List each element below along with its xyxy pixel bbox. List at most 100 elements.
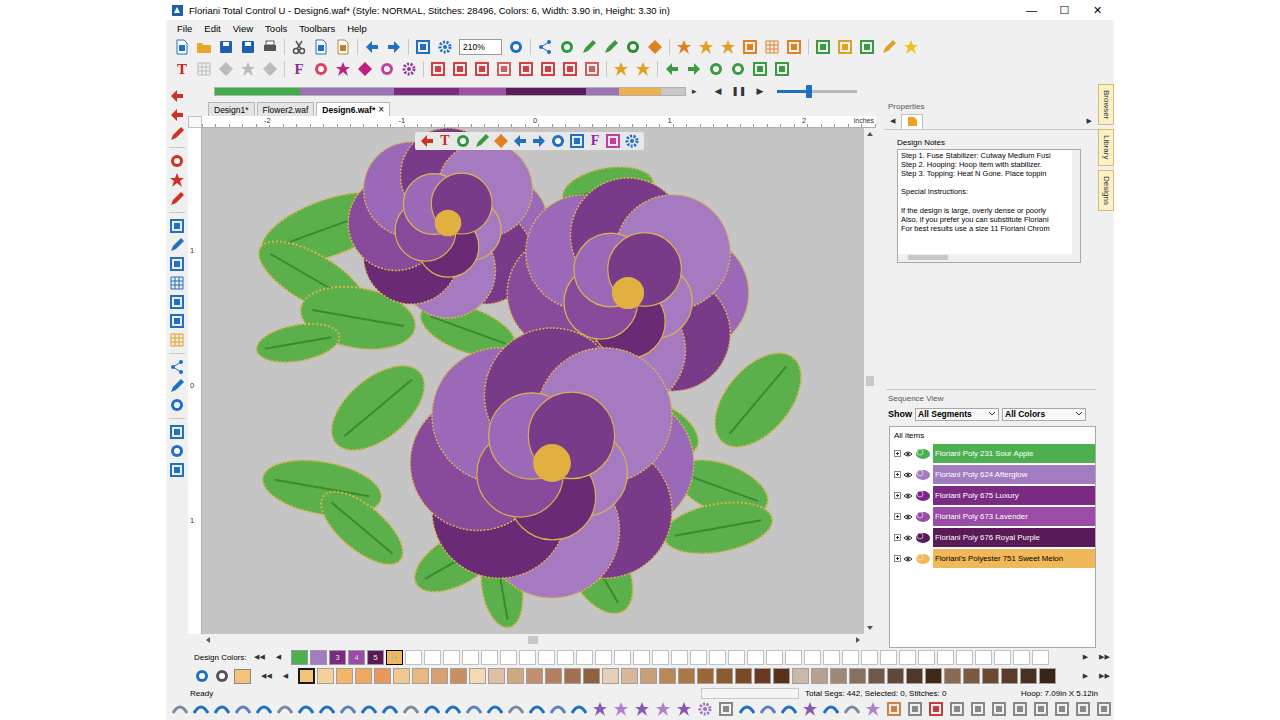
document-tab[interactable]: Design6.waf*× [316,102,390,116]
segments-dropdown[interactable]: All Segments [915,408,999,421]
expand-icon[interactable] [894,450,901,457]
light-icon[interactable] [903,39,919,55]
stitch-pattern-icon[interactable] [739,701,755,717]
thread-color-bar[interactable]: Floriani Poly 231 Sour Apple [933,444,1095,463]
thread-color-bar[interactable]: Floriani Poly 624 Afterglow [933,465,1095,484]
maximize-button[interactable]: ☐ [1048,4,1081,17]
design-color-swatch[interactable]: 6 [386,650,403,665]
palette-swatch[interactable] [564,668,581,684]
open-folder-icon[interactable] [196,39,212,55]
burst-icon[interactable] [335,61,351,77]
export-icon[interactable] [815,39,831,55]
rotate-left-icon[interactable] [708,61,724,77]
lettering-icon[interactable] [676,39,692,55]
select-arrow-icon[interactable] [169,88,185,104]
palette-swatch[interactable] [716,668,733,684]
stitch-pattern-icon[interactable] [1075,701,1091,717]
triangle-icon[interactable] [262,61,278,77]
palette-swatch[interactable] [887,668,904,684]
stitch-pattern-icon[interactable] [1033,701,1049,717]
menu-item[interactable]: Edit [198,23,226,34]
document-tab[interactable]: Design1* [208,102,255,116]
palette-swatch[interactable] [298,668,315,684]
horizontal-scrollbar[interactable] [202,634,864,646]
share-view-icon[interactable] [169,359,185,375]
stitch-pattern-icon[interactable] [655,701,671,717]
rotate-right-icon[interactable] [730,61,746,77]
stitch-pattern-icon[interactable] [508,701,524,717]
palette-swatch[interactable] [944,668,961,684]
select-node-icon[interactable] [169,107,185,123]
stitch-pattern-icon[interactable] [760,701,776,717]
palette-swatch[interactable] [735,668,752,684]
palette-swatch[interactable] [1020,668,1037,684]
palette-swatch[interactable] [849,668,866,684]
box-b-icon[interactable] [452,61,468,77]
step-forward-button[interactable]: ▸ [692,86,697,96]
paste-icon[interactable] [335,39,351,55]
design-color-swatch[interactable]: 5 [367,650,384,665]
color-wheel-icon[interactable] [313,61,329,77]
palette-swatch[interactable] [830,668,847,684]
palette-swatch[interactable] [450,668,467,684]
palette-swatch[interactable] [469,668,486,684]
stitch-pattern-icon[interactable] [172,701,188,717]
expand-icon[interactable] [894,471,901,478]
palette-swatch[interactable] [431,668,448,684]
palette-swatch[interactable] [697,668,714,684]
eye-icon[interactable] [903,533,913,543]
badge-icon[interactable] [379,61,395,77]
stitch-pattern-icon[interactable] [193,701,209,717]
stitch-pattern-icon[interactable] [340,701,356,717]
stitch-pattern-icon[interactable] [319,701,335,717]
palette-swatch[interactable] [526,668,543,684]
design-canvas[interactable]: TF [202,128,864,634]
pause-button[interactable]: ❚❚ [731,86,746,96]
stitch-pattern-icon[interactable] [823,701,839,717]
eye-icon[interactable] [903,512,913,522]
palette-swatch[interactable] [317,668,334,684]
previous-button[interactable]: ◀ [269,653,288,661]
frame-icon[interactable] [742,39,758,55]
new-file-icon[interactable] [174,39,190,55]
mirror-h-icon[interactable] [664,61,680,77]
stitch-pattern-icon[interactable] [298,701,314,717]
palette-swatch[interactable] [906,668,923,684]
stitch-pattern-icon[interactable] [361,701,377,717]
undo-icon[interactable] [364,39,380,55]
stitch-pattern-icon[interactable] [424,701,440,717]
menu-item[interactable]: View [227,23,259,34]
palette-swatch[interactable] [507,668,524,684]
expand-icon[interactable] [894,492,901,499]
reshape-icon[interactable] [169,126,185,142]
redo-icon[interactable] [386,39,402,55]
stitch-pattern-icon[interactable] [970,701,986,717]
box-a-icon[interactable] [430,61,446,77]
stitch-pattern-icon[interactable] [781,701,797,717]
save-icon[interactable] [218,39,234,55]
box-h-icon[interactable] [584,61,600,77]
box-e-icon[interactable] [518,61,534,77]
view-3d-icon[interactable] [169,218,185,234]
sequence-row[interactable]: Floriani Poly 676 Royal Purple [894,527,1095,548]
palette-swatch[interactable] [963,668,980,684]
magic-icon[interactable] [720,39,736,55]
font-tool-icon[interactable]: F [291,61,307,78]
stitch-pattern-icon[interactable] [466,701,482,717]
zoom-fit-icon[interactable] [508,39,524,55]
menu-item[interactable]: Help [341,23,373,34]
side-tab[interactable]: Browser [1098,84,1114,125]
palette-swatch[interactable] [811,668,828,684]
cross-icon[interactable] [240,61,256,77]
cut-icon[interactable] [291,39,307,55]
monitor-icon[interactable] [169,462,185,478]
box-c-icon[interactable] [474,61,490,77]
palette-swatch[interactable] [792,668,809,684]
stitch-pattern-icon[interactable] [634,701,650,717]
search-icon[interactable] [169,397,185,413]
forward-icon[interactable] [531,133,547,149]
ungroup-icon[interactable] [774,61,790,77]
palette-swatch[interactable] [583,668,600,684]
design-color-swatch[interactable] [310,650,327,665]
palette-swatch[interactable] [754,668,771,684]
